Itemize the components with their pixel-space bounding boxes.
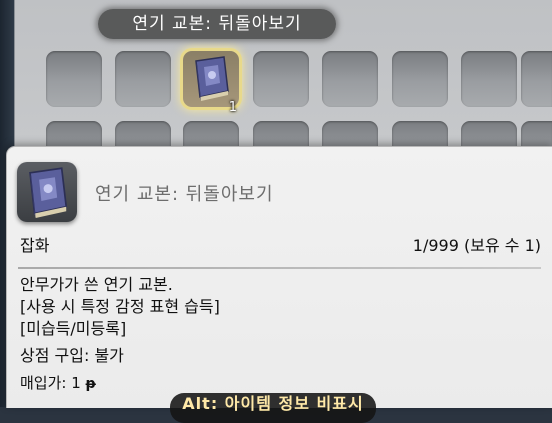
item-category: 잡화 bbox=[20, 236, 50, 255]
inventory-slot[interactable] bbox=[392, 51, 448, 107]
book-icon bbox=[195, 56, 229, 101]
item-name: 연기 교본: 뒤돌아보기 bbox=[95, 184, 274, 205]
inventory-slot[interactable] bbox=[115, 51, 171, 107]
item-count: 1/999 (보유 수 1) bbox=[412, 236, 541, 255]
inventory-slot[interactable] bbox=[46, 51, 102, 107]
book-icon bbox=[29, 167, 68, 218]
keybind-hint: Alt: 아이템 정보 비표시 bbox=[170, 393, 376, 423]
item-description-line: 안무가가 쓴 연기 교본. bbox=[20, 275, 173, 294]
inventory-slot[interactable] bbox=[322, 51, 378, 107]
inventory-slot-selected[interactable]: 1 bbox=[183, 51, 239, 115]
divider bbox=[18, 267, 541, 269]
inventory-slot[interactable] bbox=[461, 51, 517, 107]
item-description-line: [미습득/미등록] bbox=[20, 319, 127, 338]
inventory-slot[interactable] bbox=[253, 51, 309, 107]
inventory-slot[interactable] bbox=[521, 51, 552, 107]
sell-price-label: 매입가: 1 bbox=[20, 374, 81, 392]
hover-tooltip: 연기 교본: 뒤돌아보기 bbox=[98, 9, 336, 39]
item-description-line: [사용 시 특정 감정 표현 습득] bbox=[20, 297, 220, 316]
stack-count: 1 bbox=[228, 100, 237, 115]
gil-icon: ᵽ bbox=[85, 376, 97, 392]
shop-purchase-line: 상점 구입: 불가 bbox=[20, 346, 124, 365]
sell-price: 매입가: 1 ᵽ bbox=[20, 372, 96, 393]
item-detail-panel: 연기 교본: 뒤돌아보기 잡화 1/999 (보유 수 1) 안무가가 쓴 연기… bbox=[6, 146, 552, 408]
item-icon-frame bbox=[17, 162, 77, 222]
